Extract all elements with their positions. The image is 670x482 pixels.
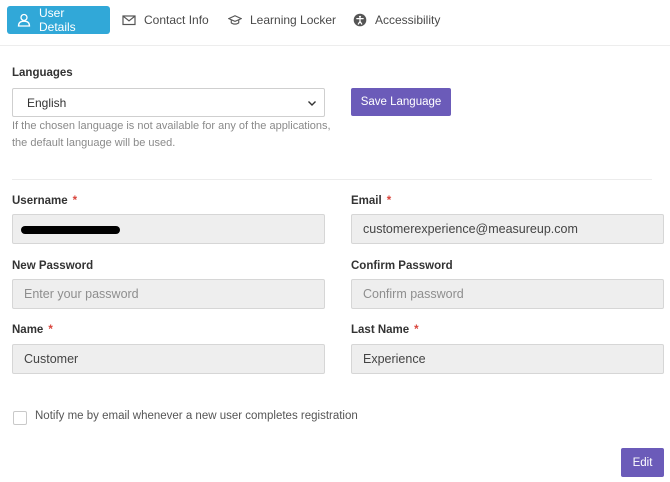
name-field[interactable]: Customer bbox=[12, 344, 325, 374]
languages-label: Languages bbox=[12, 67, 73, 79]
redaction-mark bbox=[21, 226, 120, 234]
email-label: Email * bbox=[351, 195, 392, 207]
chevron-down-icon bbox=[306, 97, 318, 109]
confirm-password-label: Confirm Password bbox=[351, 260, 453, 272]
username-field[interactable] bbox=[12, 214, 325, 244]
user-icon bbox=[17, 13, 31, 27]
graduation-cap-icon bbox=[228, 13, 242, 27]
new-password-label: New Password bbox=[12, 260, 94, 272]
email-field[interactable]: customerexperience@measureup.com bbox=[351, 214, 664, 244]
notify-checkbox[interactable] bbox=[13, 411, 27, 425]
tab-bar: User Details Contact Info Learning Locke… bbox=[0, 0, 670, 46]
language-select[interactable]: English bbox=[12, 88, 325, 117]
name-label: Name * bbox=[12, 324, 53, 336]
last-name-field[interactable]: Experience bbox=[351, 344, 664, 374]
language-help-text: If the chosen language is not available … bbox=[12, 120, 331, 149]
accessibility-icon bbox=[353, 13, 367, 27]
required-mark: * bbox=[72, 195, 78, 207]
tab-contact-info[interactable]: Contact Info bbox=[122, 6, 209, 34]
section-divider bbox=[12, 179, 652, 180]
last-name-label: Last Name * bbox=[351, 324, 419, 336]
tab-user-details[interactable]: User Details bbox=[7, 6, 110, 34]
tab-accessibility[interactable]: Accessibility bbox=[353, 6, 440, 34]
tab-label: User Details bbox=[39, 6, 76, 34]
tab-label: Contact Info bbox=[144, 13, 209, 27]
required-mark: * bbox=[386, 195, 392, 207]
language-selected-value: English bbox=[27, 95, 67, 110]
confirm-password-field[interactable]: Confirm password bbox=[351, 279, 664, 309]
new-password-field[interactable]: Enter your password bbox=[12, 279, 325, 309]
tab-learning-locker[interactable]: Learning Locker bbox=[228, 6, 336, 34]
required-mark: * bbox=[414, 324, 419, 336]
mail-icon bbox=[122, 13, 136, 27]
notify-label: Notify me by email whenever a new user c… bbox=[35, 410, 358, 422]
username-label: Username * bbox=[12, 195, 78, 207]
tab-label: Learning Locker bbox=[250, 13, 337, 27]
required-mark: * bbox=[48, 324, 53, 336]
tab-label: Accessibility bbox=[375, 13, 441, 27]
save-language-button[interactable]: Save Language bbox=[351, 88, 451, 116]
edit-button[interactable]: Edit bbox=[621, 448, 664, 477]
